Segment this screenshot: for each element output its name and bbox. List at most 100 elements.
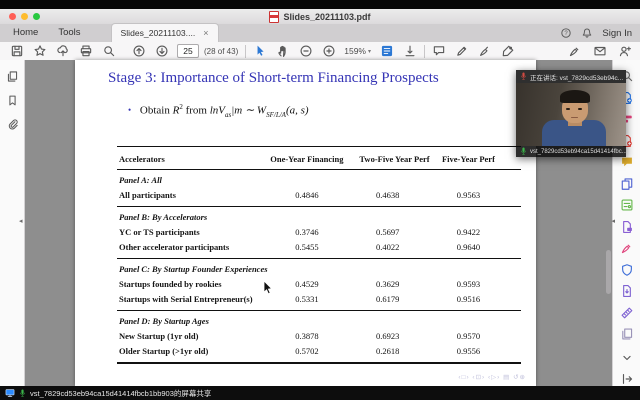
sign-in-button[interactable]: Sign In (602, 28, 632, 39)
page-number-input[interactable] (177, 44, 199, 58)
close-tab-icon[interactable]: × (203, 28, 208, 38)
send-for-comments-icon[interactable] (620, 220, 634, 234)
row-label: All participants (117, 187, 254, 202)
slide-bullet: • Obtain R2 from lnVas|m ∼ WSF/L/A(a, s) (128, 103, 309, 119)
page-up-icon[interactable] (132, 44, 146, 58)
fill-and-sign-icon[interactable] (568, 44, 582, 58)
comment-icon[interactable] (432, 44, 446, 58)
vertical-scrollbar[interactable] (606, 250, 611, 294)
notifications-bell-icon[interactable] (581, 27, 593, 39)
screen-share-monitor-icon (5, 388, 15, 398)
star-icon[interactable] (33, 44, 47, 58)
zoom-level-value: 159% (344, 46, 366, 56)
measure-icon[interactable] (620, 306, 634, 320)
pdf-file-icon (269, 11, 279, 23)
speaking-mic-icon (520, 72, 527, 81)
attachments-icon[interactable] (6, 118, 19, 131)
video-call-overlay[interactable]: 正在讲话: vst_7829cd53eb94c... vst_7829cd53e… (516, 70, 626, 157)
row-value: 0.9640 (416, 239, 521, 254)
row-value: 0.4022 (359, 239, 416, 254)
svg-text:?: ? (565, 31, 569, 37)
scroll-mode-icon[interactable] (403, 44, 417, 58)
row-value: 0.5455 (254, 239, 359, 254)
tab-document-label: Slides_20211103.... (121, 28, 196, 38)
compress-pdf-icon[interactable] (620, 284, 634, 298)
share-cloud-icon[interactable] (56, 44, 70, 58)
pdf-page: Stage 3: Importance of Short-term Financ… (75, 60, 536, 386)
row-label: Accelerators (117, 151, 254, 166)
prepare-form-icon[interactable] (620, 198, 634, 212)
row-value: 0.4846 (254, 187, 359, 202)
table-panel: Panel A: AllAll participants0.48460.4638… (117, 170, 521, 207)
bullet-icon: • (128, 105, 131, 115)
table-panel: Panel B: By AcceleratorsYC or TS partici… (117, 207, 521, 259)
zoom-in-icon[interactable] (322, 44, 336, 58)
row-value: One-Year Financing (254, 151, 359, 166)
table-header-row: AcceleratorsOne-Year FinancingTwo-Five Y… (117, 147, 521, 170)
page-thumbnails-icon[interactable] (6, 70, 19, 83)
page-count-label: (28 of 43) (204, 47, 238, 56)
more-tools-icon[interactable] (620, 327, 634, 341)
combine-files-icon[interactable] (620, 177, 634, 191)
row-label: Older Startup (>1yr old) (117, 343, 254, 358)
add-person-icon[interactable] (618, 44, 632, 58)
zoom-caret-icon: ▾ (368, 48, 371, 55)
row-label: Other accelerator participants (117, 239, 254, 254)
more-rail-tools-chevron-icon[interactable] (620, 351, 634, 365)
participant-name: vst_7829cd53eb94ca15d41414fbc... (530, 149, 626, 155)
mouse-cursor (263, 281, 275, 301)
protect-pdf-icon[interactable] (620, 263, 634, 277)
screen-share-bar: vst_7829cd53eb94ca15d41414fbcb1bb903的屏幕共… (0, 386, 640, 400)
table-row: New Startup (1yr old)0.38780.69230.9570 (117, 328, 521, 343)
highlight-icon[interactable] (455, 44, 469, 58)
select-icon[interactable] (253, 44, 267, 58)
row-label: Startups with Serial Entrepreneur(s) (117, 291, 254, 306)
beamer-navigation-icons[interactable]: ‹□› ‹⊡› ‹▷› ▤ ↺⊕ (458, 373, 526, 381)
fill-and-sign-icon[interactable] (620, 241, 634, 255)
tab-document[interactable]: Slides_20211103.... × (111, 23, 219, 42)
row-value: 0.9422 (416, 224, 521, 239)
participant-mic-icon (520, 147, 527, 156)
save-icon[interactable] (10, 44, 24, 58)
page-view-icon[interactable] (380, 44, 394, 58)
video-overlay-footer: vst_7829cd53eb94ca15d41414fbc... (516, 146, 626, 157)
row-value: Five-Year Perf (416, 151, 521, 166)
row-label: New Startup (1yr old) (117, 328, 254, 343)
stamp-icon[interactable] (501, 44, 515, 58)
tab-home[interactable]: Home (3, 24, 48, 42)
collapse-left-panel-icon[interactable]: ◂ (19, 218, 23, 225)
main-toolbar: (28 of 43) 159% ▾ (0, 42, 640, 61)
tab-bar: Home Tools Slides_20211103.... × (0, 24, 640, 42)
speaking-label: 正在讲话: vst_7829cd53eb94c... (530, 72, 623, 82)
row-value: 0.5702 (254, 343, 359, 358)
panel-heading: Panel A: All (117, 171, 521, 187)
row-value: 0.3629 (359, 276, 416, 291)
print-icon[interactable] (79, 44, 93, 58)
row-value: Two-Five Year Perf (359, 151, 416, 166)
search-icon[interactable] (102, 44, 116, 58)
sign-pen-icon[interactable] (478, 44, 492, 58)
window-title: Slides_20211103.pdf (283, 12, 370, 22)
hand-icon[interactable] (276, 44, 290, 58)
row-value: 0.6923 (359, 328, 416, 343)
table-row: Other accelerator participants0.54550.40… (117, 239, 521, 254)
comment-tool-icon[interactable] (620, 155, 634, 169)
panel-heading: Panel B: By Accelerators (117, 208, 521, 224)
panel-heading: Panel D: By Startup Ages (117, 312, 521, 328)
row-value: 0.3878 (254, 328, 359, 343)
row-value: 0.9563 (416, 187, 521, 202)
email-icon[interactable] (593, 44, 607, 58)
zoom-level-control[interactable]: 159% ▾ (344, 46, 371, 56)
row-label: Startups founded by rookies (117, 276, 254, 291)
bookmarks-icon[interactable] (6, 94, 19, 107)
tab-tools[interactable]: Tools (48, 24, 90, 42)
zoom-out-icon[interactable] (299, 44, 313, 58)
table-row: Startups founded by rookies0.45290.36290… (117, 276, 521, 291)
row-value: 0.4638 (359, 187, 416, 202)
panel-heading: Panel C: By Startup Founder Experiences (117, 260, 521, 276)
help-icon[interactable]: ? (560, 27, 572, 39)
row-value: 0.3746 (254, 224, 359, 239)
open-panel-icon[interactable] (620, 372, 634, 386)
page-down-icon[interactable] (155, 44, 169, 58)
collapse-right-panel-icon[interactable]: ◂ (611, 218, 615, 225)
